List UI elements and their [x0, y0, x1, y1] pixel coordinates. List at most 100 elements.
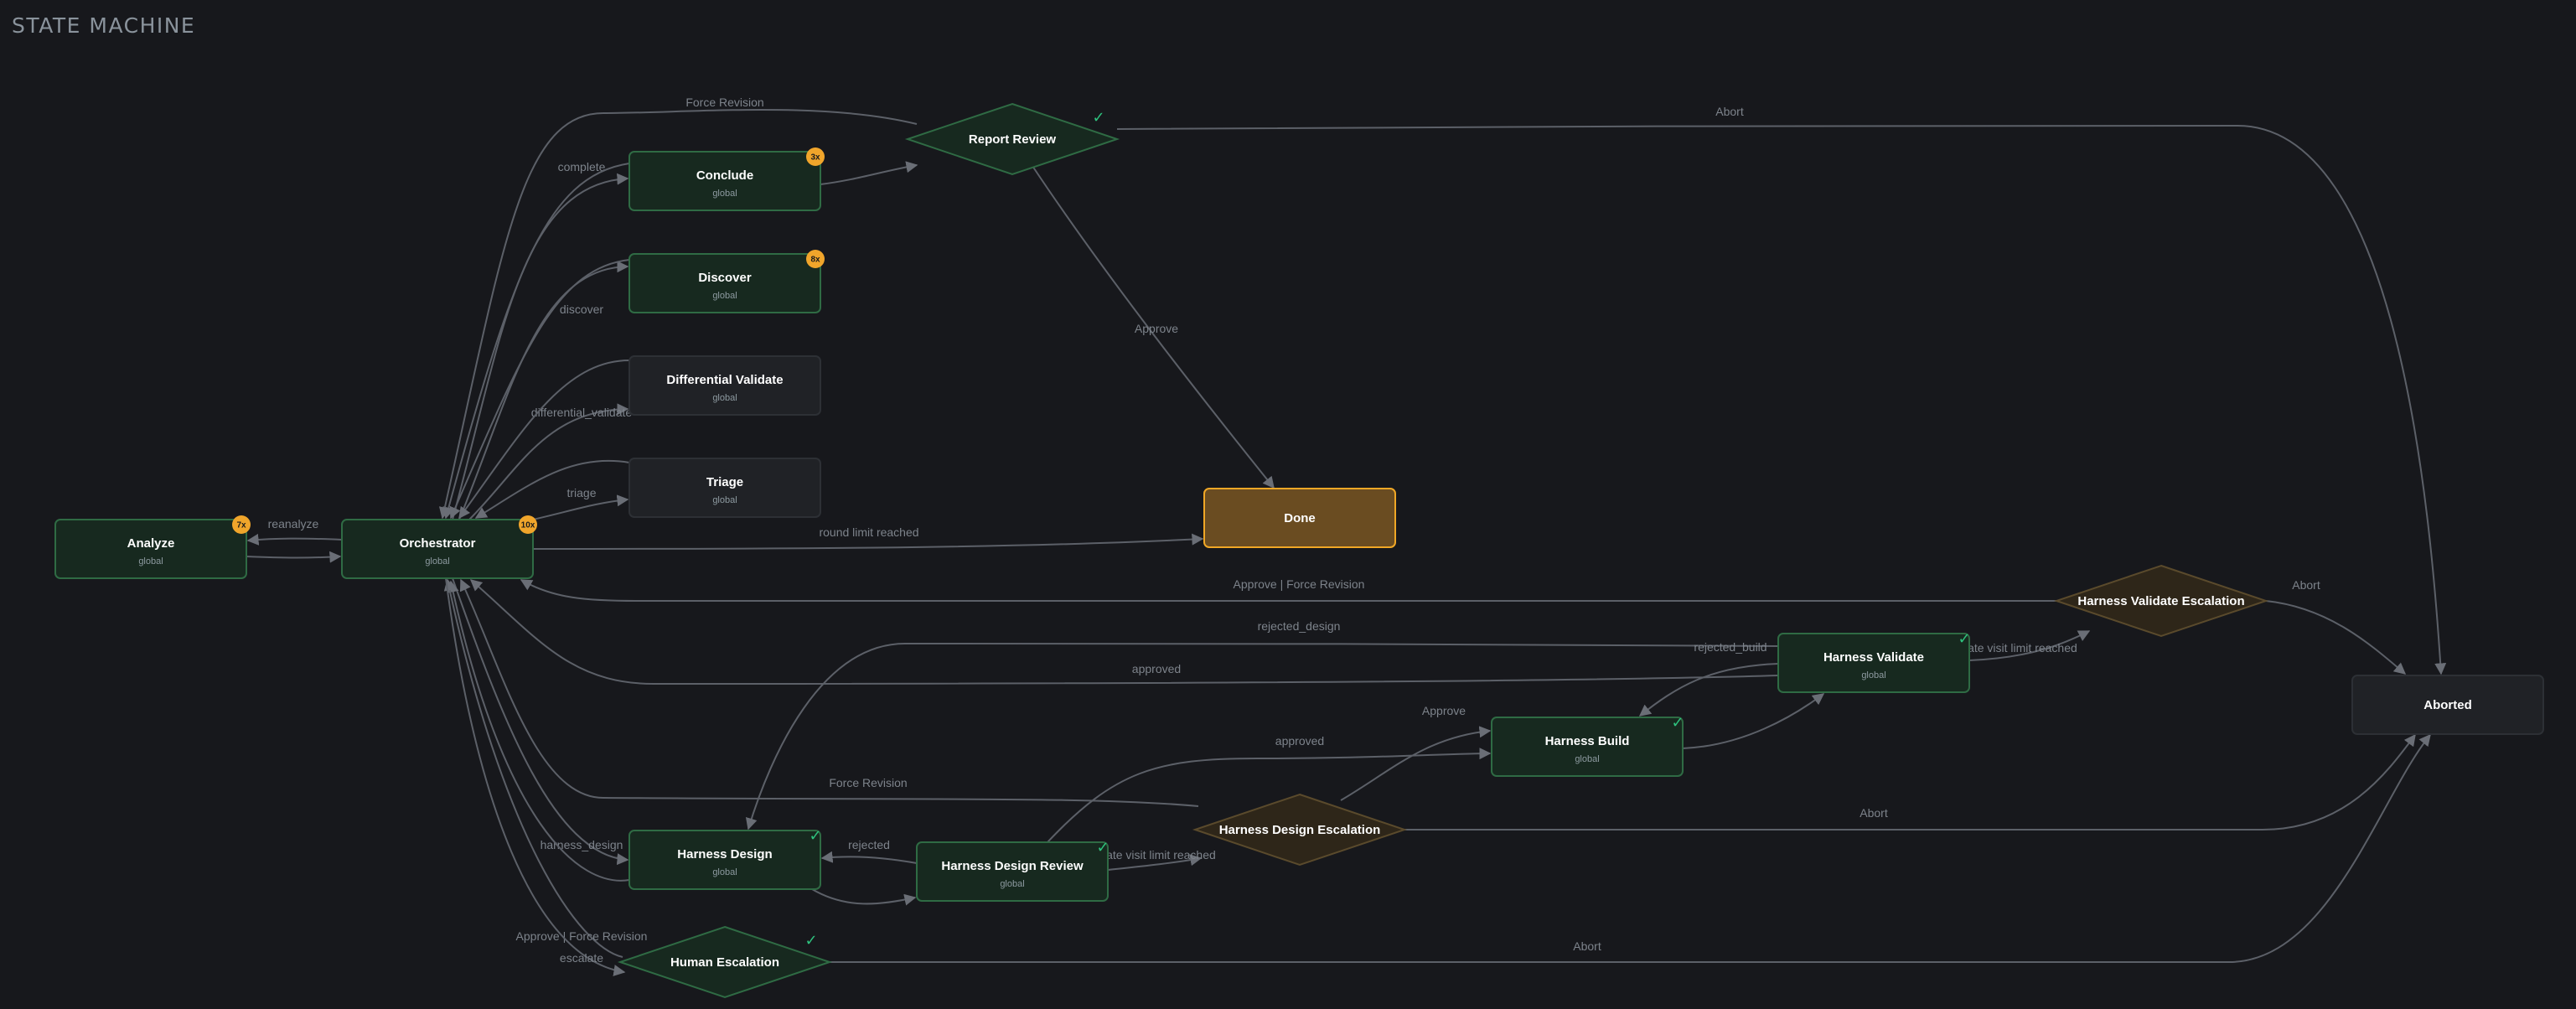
node-harness-validate[interactable]: Harness Validate global ✓ [1777, 630, 1971, 693]
edge-harness-design-review-to-harness-design: rejected [820, 838, 918, 864]
edge-line-report-review-to-aborted [1116, 124, 2447, 675]
node-human-escalation[interactable]: Human Escalation ✓ [617, 925, 833, 999]
node-label-done: Done [1284, 511, 1316, 525]
node-label-analyze: Analyze [127, 536, 175, 551]
node-label-harness-validate-escalation: Harness Validate Escalation [2077, 594, 2244, 608]
checkmark-icon: ✓ [809, 827, 821, 845]
node-harness-validate-escalation[interactable]: Harness Validate Escalation [2053, 564, 2269, 638]
edge-harness-design-review-to-harness-design-escalation: state visit limit reached [1097, 848, 1216, 871]
edge-harness-design-to-orchestrator [447, 580, 630, 882]
node-discover[interactable]: Discover global 8x [628, 250, 825, 313]
node-label-aborted: Aborted [2423, 698, 2472, 712]
edge-orchestrator-to-done: round limit reached [532, 525, 1204, 550]
edge-harness-validate-to-harness-validate-escalation: state visit limit reached [1958, 630, 2091, 661]
edge-label-harness-design-review-to-harness-design: rejected [848, 838, 890, 851]
edge-human-escalation-to-orchestrator: Approve | Force Revision [443, 578, 648, 958]
edge-label-orchestrator-to-human-escalation: escalate [560, 951, 603, 965]
edge-label-harness-design-review-to-harness-build: approved [1275, 734, 1324, 748]
edge-label-harness-design-escalation-to-orchestrator: Force Revision [829, 776, 907, 789]
edge-orchestrator-to-conclude: complete [452, 160, 629, 520]
node-harness-build[interactable]: Harness Build global ✓ [1491, 714, 1684, 777]
edge-orchestrator-to-triage: triage [532, 486, 629, 520]
edge-label-harness-validate-to-harness-validate-escalation: state visit limit reached [1958, 641, 2077, 655]
edge-line-harness-validate-to-harness-build [1638, 663, 1779, 717]
node-label-harness-design: Harness Design [677, 847, 772, 862]
node-done[interactable]: Done [1203, 488, 1396, 548]
edge-line-harness-design-to-orchestrator [447, 580, 630, 882]
checkmark-icon: ✓ [1958, 630, 1970, 648]
edge-line-triage-to-orchestrator [474, 459, 630, 519]
edge-line-orchestrator-to-analyze [246, 533, 343, 546]
edge-triage-to-orchestrator [474, 459, 630, 519]
node-label-conclude: Conclude [696, 168, 753, 183]
edge-line-analyze-to-orchestrator [246, 551, 342, 563]
edge-line-orchestrator-to-triage [532, 494, 629, 520]
checkmark-icon: ✓ [1092, 109, 1104, 127]
edge-label-human-escalation-to-aborted: Abort [1573, 939, 1601, 953]
node-aborted[interactable]: Aborted [2351, 675, 2544, 735]
node-scope-triage: global [712, 495, 737, 505]
node-label-harness-validate: Harness Validate [1823, 650, 1924, 665]
edge-report-review-to-done: Approve [1032, 165, 1275, 489]
edge-label-harness-design-escalation-to-harness-build: Approve [1422, 704, 1466, 717]
node-label-harness-build: Harness Build [1545, 734, 1630, 748]
node-label-harness-design-review: Harness Design Review [941, 859, 1084, 873]
edge-label-orchestrator-to-analyze: reanalyze [268, 517, 319, 530]
node-harness-design-escalation[interactable]: Harness Design Escalation [1192, 793, 1408, 867]
checkmark-icon: ✓ [1096, 839, 1109, 856]
edge-label-human-escalation-to-orchestrator: Approve | Force Revision [516, 929, 648, 943]
edge-label-harness-validate-to-orchestrator: approved [1132, 662, 1181, 675]
node-analyze[interactable]: Analyze global 7x [54, 515, 251, 579]
node-harness-design-review[interactable]: Harness Design Review global ✓ [916, 839, 1110, 902]
edge-label-harness-validate-to-harness-build: rejected_build [1694, 640, 1766, 654]
edge-harness-design-to-harness-design-review [811, 888, 917, 906]
edge-label-harness-design-review-to-harness-design-escalation: state visit limit reached [1097, 848, 1216, 862]
node-scope-orchestrator: global [425, 556, 449, 567]
node-conclude[interactable]: Conclude global 3x [628, 147, 825, 211]
edge-label-orchestrator-to-done: round limit reached [819, 525, 918, 539]
edge-harness-validate-to-orchestrator: approved [469, 579, 1779, 686]
node-harness-design[interactable]: Harness Design global ✓ [628, 827, 822, 890]
edge-label-orchestrator-to-discover: discover [560, 303, 603, 316]
edge-label-orchestrator-to-differential-validate: differential_validate [531, 406, 633, 419]
edge-label-orchestrator-to-triage: triage [566, 486, 596, 499]
edge-harness-validate-escalation-to-aborted: Abort [2265, 578, 2407, 675]
edge-line-harness-design-escalation-to-harness-build [1340, 726, 1492, 801]
badge-count-orchestrator: 10x [521, 521, 535, 530]
edge-harness-design-escalation-to-orchestrator: Force Revision [459, 578, 1199, 807]
node-scope-conclude: global [712, 189, 737, 199]
edge-harness-validate-escalation-to-orchestrator: Approve | Force Revision [520, 577, 2056, 603]
edge-line-harness-validate-escalation-to-aborted [2265, 600, 2407, 675]
node-scope-harness-build: global [1575, 754, 1599, 764]
edge-line-harness-design-review-to-harness-design [820, 851, 918, 864]
node-label-orchestrator: Orchestrator [400, 536, 476, 551]
node-report-review[interactable]: Report Review ✓ [904, 102, 1120, 176]
edge-label-report-review-to-orchestrator: Force Revision [685, 96, 763, 109]
badge-count-analyze: 7x [236, 521, 246, 530]
node-label-triage: Triage [706, 475, 743, 489]
visit-count-badge: 3x [806, 147, 825, 166]
badge-count-conclude: 3x [810, 153, 820, 163]
visit-count-badge: 8x [806, 250, 825, 268]
node-orchestrator[interactable]: Orchestrator global 10x [341, 515, 537, 579]
node-scope-discover: global [712, 291, 737, 301]
edge-label-report-review-to-aborted: Abort [1715, 105, 1744, 118]
edge-line-conclude-to-report-review [820, 161, 918, 185]
edge-analyze-to-orchestrator [246, 551, 342, 563]
badge-count-discover: 8x [810, 256, 820, 265]
node-triage[interactable]: Triage global [628, 458, 821, 518]
visit-count-badge: 7x [232, 515, 251, 534]
node-label-differential-validate: Differential Validate [666, 373, 783, 387]
edge-orchestrator-to-analyze: reanalyze [246, 517, 343, 546]
edge-line-orchestrator-to-done [532, 533, 1204, 550]
node-label-discover: Discover [698, 271, 752, 285]
edge-harness-design-escalation-to-harness-build: Approve [1340, 704, 1492, 801]
checkmark-icon: ✓ [1671, 714, 1684, 732]
edge-label-harness-design-escalation-to-aborted: Abort [1860, 806, 1888, 820]
node-differential-validate[interactable]: Differential Validate global [628, 355, 821, 416]
checkmark-icon: ✓ [804, 932, 817, 949]
edge-label-harness-validate-escalation-to-aborted: Abort [2292, 578, 2320, 592]
node-scope-harness-design-review: global [1000, 879, 1024, 889]
edge-line-harness-validate-to-orchestrator [469, 579, 1779, 686]
state-machine-diagram: reanalyze complete discover differential_va… [54, 96, 2544, 999]
